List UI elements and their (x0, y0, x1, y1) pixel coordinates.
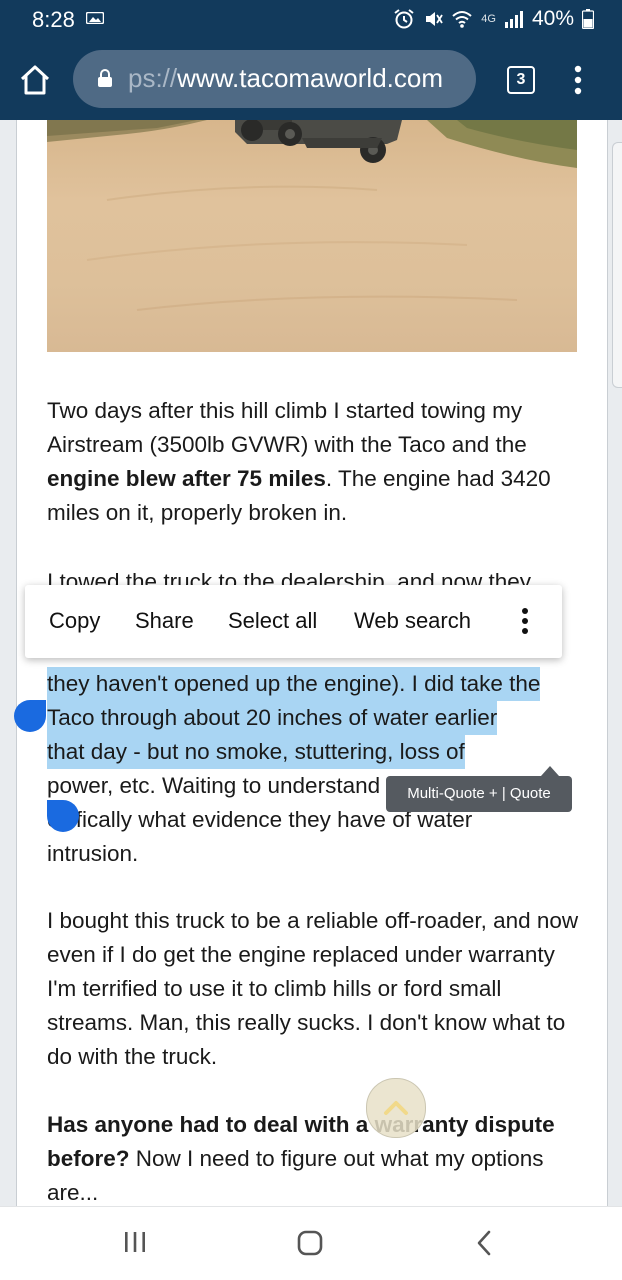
post-bold-text: engine blew after 75 miles (47, 466, 326, 491)
home-nav-icon[interactable] (296, 1229, 324, 1257)
url-text[interactable]: ps://www.tacomaworld.com (128, 63, 443, 94)
signal-icon (504, 11, 523, 28)
multi-quote-tooltip-arrow (541, 766, 559, 776)
url-scheme: ps:// (128, 63, 178, 93)
mute-icon (426, 12, 444, 26)
navigation-bar (0, 1206, 622, 1280)
post-paragraph-2-line-3: they haven't opened up the engine). I di… (47, 667, 541, 701)
recent-apps-icon[interactable] (122, 1229, 148, 1255)
post-paragraph-1: Two days after this hill climb I started… (47, 394, 582, 530)
scroll-to-top-button[interactable] (366, 1078, 426, 1138)
browser-toolbar: ps://www.tacomaworld.com 3 (0, 40, 622, 120)
lock-icon (98, 69, 112, 87)
post-paragraph-2-line-5: that day - but no smoke, stuttering, los… (47, 735, 465, 769)
post-paragraph-2-line-4: Taco through about 20 inches of water ea… (47, 701, 498, 735)
status-icons: 4G 40% (393, 6, 594, 32)
wifi-icon (452, 11, 472, 28)
status-time: 8:28 (32, 7, 75, 32)
more-options-icon[interactable] (520, 607, 530, 635)
select-all-button[interactable]: Select all (228, 608, 317, 634)
battery-percent: 40% (531, 7, 574, 30)
post-photo[interactable] (47, 120, 577, 352)
url-domain: www.tacomaworld.com (177, 63, 443, 93)
selection-end-handle[interactable] (47, 800, 79, 832)
post-paragraph-2-line-8: intrusion. (47, 841, 139, 866)
selection-start-handle[interactable] (14, 700, 46, 732)
address-bar[interactable]: ps://www.tacomaworld.com (73, 50, 476, 108)
post-paragraph-2-line-6: power, etc. Waiting to understand more (47, 773, 438, 798)
home-icon[interactable] (18, 64, 52, 96)
web-search-button[interactable]: Web search (354, 608, 471, 634)
post-text-segment: Two days after this hill climb I started… (47, 398, 527, 457)
multi-quote-button[interactable]: Multi-Quote + | Quote (386, 776, 572, 812)
network-type: 4G (481, 13, 496, 25)
tab-switcher-button[interactable]: 3 (507, 66, 535, 94)
more-options-icon[interactable] (572, 65, 584, 95)
page-scrollbar[interactable] (612, 142, 622, 388)
truck-on-dirt-road-image (47, 120, 577, 311)
post-paragraph-4: Has anyone had to deal with a warranty d… (47, 1108, 582, 1210)
text-selection-menu: Copy Share Select all Web search (25, 585, 562, 658)
battery-icon (582, 9, 594, 29)
alarm-icon (394, 9, 414, 29)
copy-button[interactable]: Copy (49, 608, 100, 634)
chevron-up-icon (384, 1101, 408, 1115)
gallery-notification-icon (86, 12, 104, 24)
share-button[interactable]: Share (135, 608, 194, 634)
post-paragraph-3: I bought this truck to be a reliable off… (47, 908, 579, 1069)
status-bar: 8:28 4G 40% (0, 0, 622, 40)
back-icon[interactable] (474, 1229, 494, 1257)
